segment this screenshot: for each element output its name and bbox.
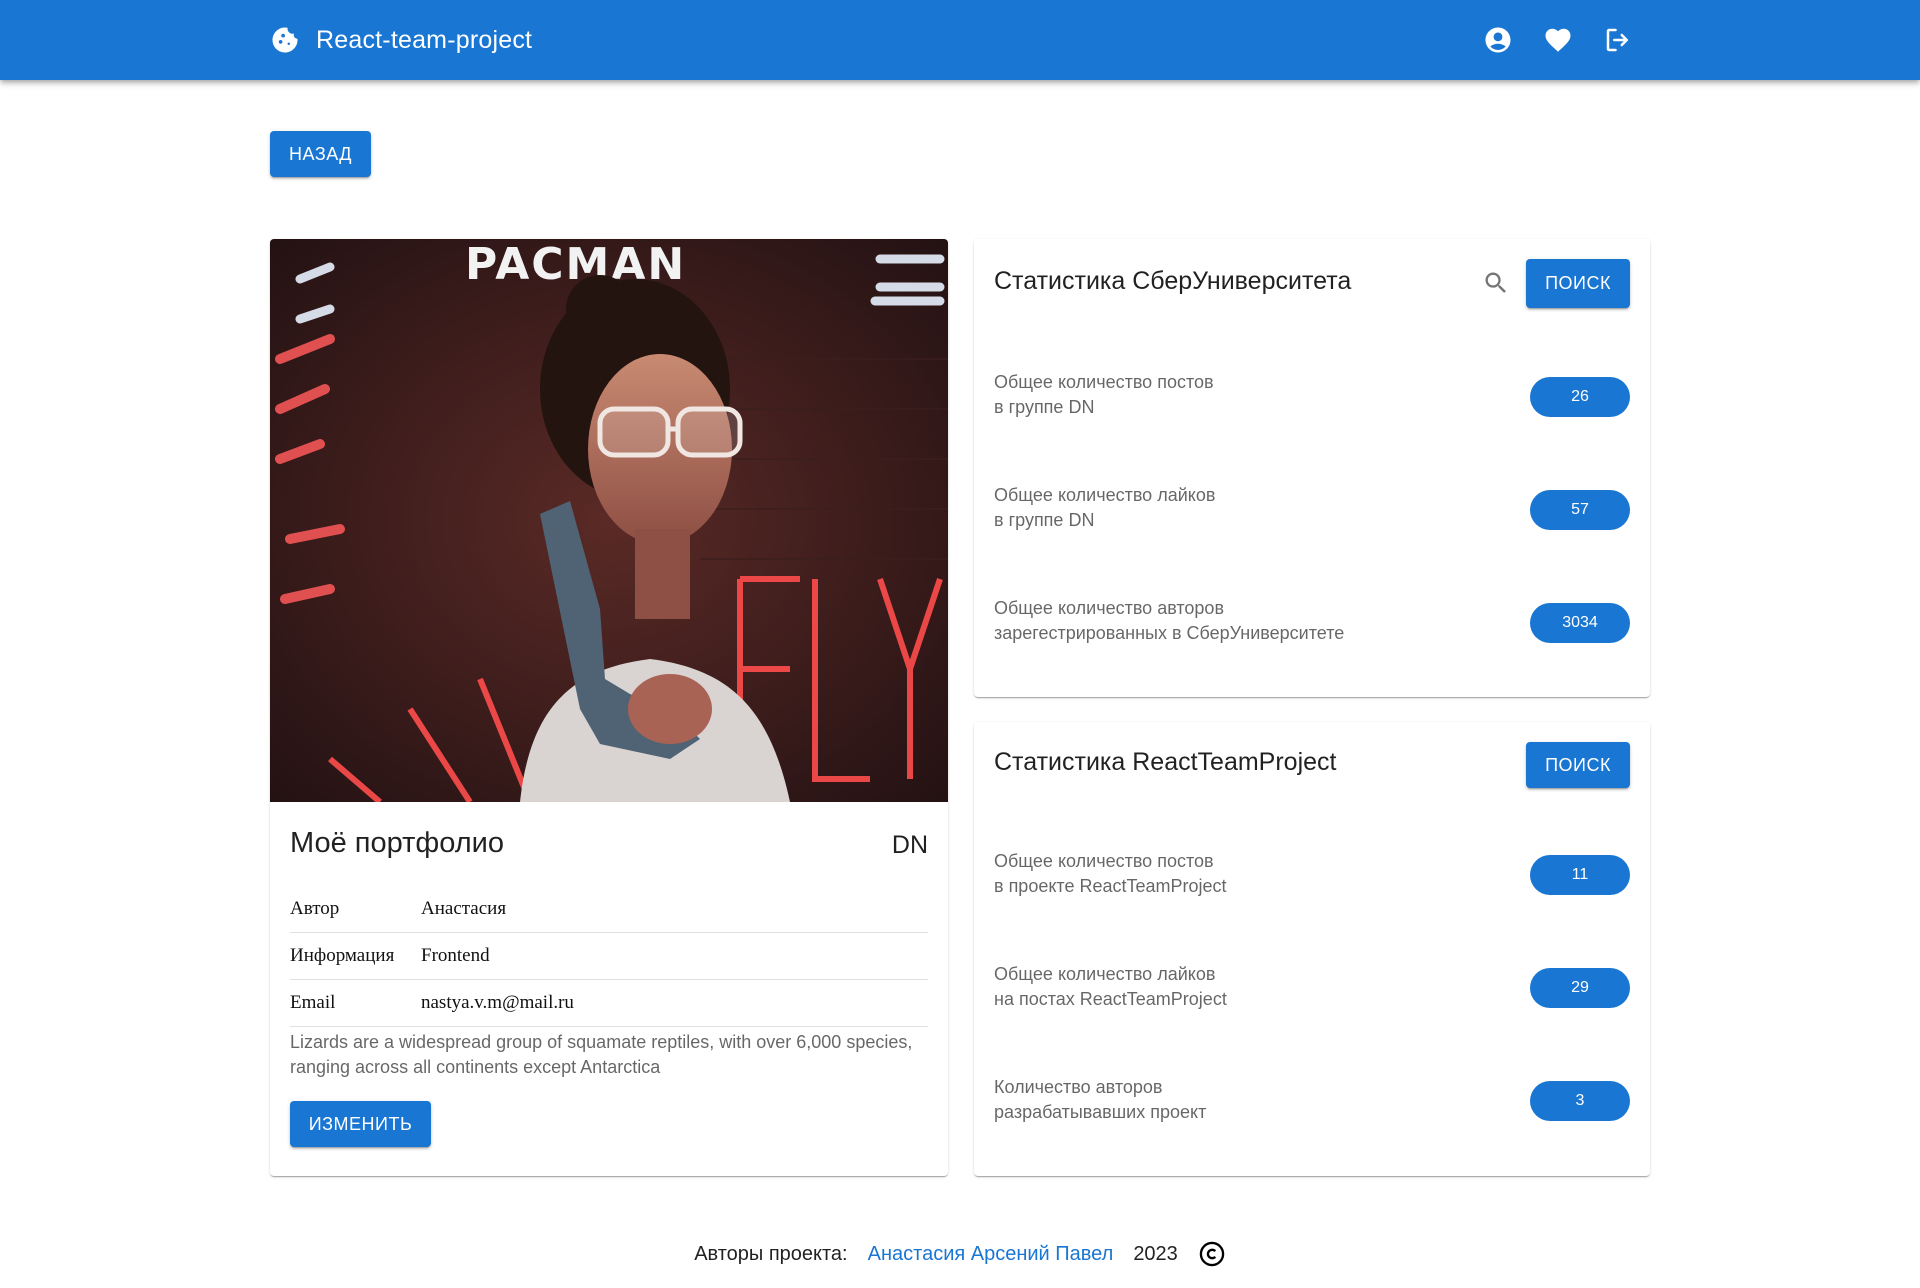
stat-label-line: Общее количество постов xyxy=(994,372,1214,392)
table-row: Информация Frontend xyxy=(290,933,928,980)
project-stats-title: Статистика ReactTeamProject xyxy=(994,748,1337,776)
table-row: Автор Анастасия xyxy=(290,886,928,933)
stat-label-line: зарегестрированных в СберУниверситете xyxy=(994,623,1345,643)
row-key: Email xyxy=(290,992,336,1013)
row-value: nastya.v.m@mail.ru xyxy=(421,992,574,1013)
row-key: Информация xyxy=(290,945,395,966)
table-row: Email nastya.v.m@mail.ru xyxy=(290,980,928,1027)
row-value: Анастасия xyxy=(421,898,507,919)
stat-label-line: Общее количество авторов xyxy=(994,598,1225,618)
sber-stats-card: Статистика СберУниверситета Поиск Общее … xyxy=(974,239,1650,697)
account-circle-icon[interactable] xyxy=(1480,22,1516,58)
row-key: Автор xyxy=(290,898,340,919)
stat-label: Количество авторов разрабатывавших проек… xyxy=(994,1075,1206,1125)
stat-value-chip[interactable]: 3 xyxy=(1530,1081,1630,1121)
stat-value-chip[interactable]: 3034 xyxy=(1530,603,1630,643)
stat-label-line: в группе DN xyxy=(994,397,1095,417)
stat-label-line: разрабатывавших проект xyxy=(994,1102,1207,1122)
footer-authors-label: Авторы проекта: xyxy=(694,1242,848,1265)
app-title: React-team-project xyxy=(316,25,533,54)
logout-icon[interactable] xyxy=(1600,22,1636,58)
stat-value-chip[interactable]: 11 xyxy=(1530,855,1630,895)
portfolio-details-table: Автор Анастасия Информация Frontend Emai… xyxy=(290,886,928,1027)
stat-label-line: в проекте ReactTeamProject xyxy=(994,876,1227,896)
portfolio-title: Моё портфолио xyxy=(290,827,505,859)
stat-label-line: Общее количество лайков xyxy=(994,964,1216,984)
portfolio-description: Lizards are a widespread group of squama… xyxy=(290,1032,913,1077)
stat-value-chip[interactable]: 26 xyxy=(1530,377,1630,417)
portfolio-card: PACMAN Моё портфолио DN Автор Анастасия … xyxy=(270,239,948,1176)
stat-label-line: Количество авторов xyxy=(994,1077,1163,1097)
search-icon[interactable] xyxy=(1478,265,1514,301)
stat-label-line: на постах ReactTeamProject xyxy=(994,989,1227,1009)
stat-label: Общее количество постов в проекте ReactT… xyxy=(994,849,1227,899)
stat-label: Общее количество авторов зарегестрирован… xyxy=(994,596,1344,646)
stat-label: Общее количество постов в группе DN xyxy=(994,370,1214,420)
stat-label: Общее количество лайков на постах ReactT… xyxy=(994,962,1227,1012)
brand[interactable]: React-team-project xyxy=(270,22,532,58)
app-bar: React-team-project xyxy=(0,0,1920,80)
project-stats-card: Статистика ReactTeamProject Поиск Общее … xyxy=(974,722,1650,1176)
stat-label: Общее количество лайков в группе DN xyxy=(994,483,1215,533)
cookie-icon xyxy=(270,25,300,55)
favorite-icon[interactable] xyxy=(1540,22,1576,58)
portrait-photo: PACMAN xyxy=(270,239,948,802)
project-search-button[interactable]: Поиск xyxy=(1526,742,1630,788)
back-button[interactable]: Назад xyxy=(270,131,371,177)
group-label: DN xyxy=(891,831,928,859)
footer-year: 2023 xyxy=(1133,1242,1178,1265)
copyright-icon xyxy=(1198,1240,1226,1268)
stat-value-chip[interactable]: 29 xyxy=(1530,968,1630,1008)
stat-label-line: Общее количество лайков xyxy=(994,485,1216,505)
toolbar-icons xyxy=(1480,22,1636,58)
sber-stats-title: Статистика СберУниверситета xyxy=(994,267,1352,295)
stat-value-chip[interactable]: 57 xyxy=(1530,490,1630,530)
stat-label-line: в группе DN xyxy=(994,510,1095,530)
sber-search-button[interactable]: Поиск xyxy=(1526,259,1630,308)
edit-button[interactable]: Изменить xyxy=(290,1101,431,1147)
stat-label-line: Общее количество постов xyxy=(994,851,1214,871)
row-value: Frontend xyxy=(421,945,490,966)
footer: Авторы проекта: Анастасия Арсений Павел … xyxy=(0,1236,1920,1272)
authors-link[interactable]: Анастасия Арсений Павел xyxy=(868,1243,1114,1266)
